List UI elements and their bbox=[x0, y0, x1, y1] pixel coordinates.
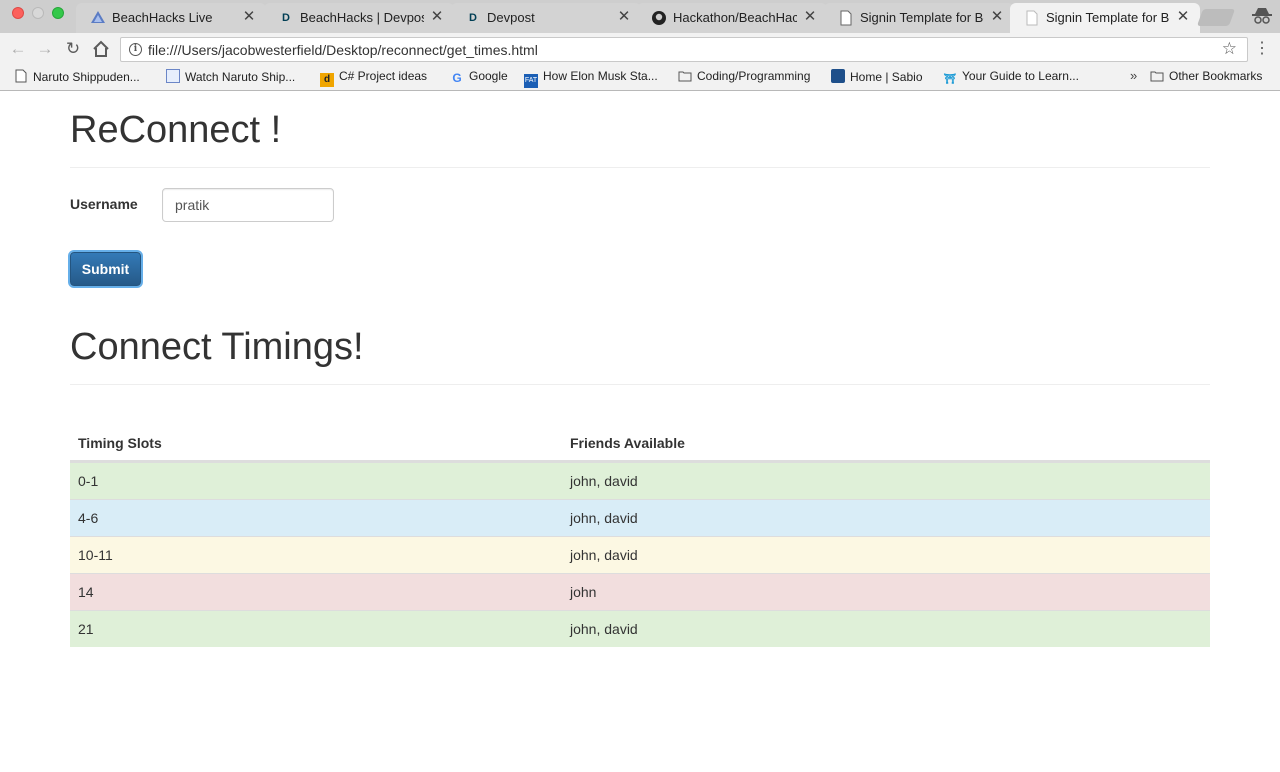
tab-github-beachhacks[interactable]: Hackathon/BeachHacks ✕ bbox=[637, 3, 827, 33]
timing-slot-cell: 14 bbox=[78, 584, 94, 600]
back-arrow-icon[interactable]: ← bbox=[7, 38, 29, 60]
torii-icon: ⛩ bbox=[943, 74, 957, 85]
timing-slot-cell: 4-6 bbox=[78, 510, 99, 526]
tab-close-icon[interactable]: ✕ bbox=[990, 8, 1004, 26]
bookmark-label: Your Guide to Learn... bbox=[962, 69, 1079, 83]
tab-close-icon[interactable]: ✕ bbox=[617, 8, 631, 26]
timing-slot-cell: 21 bbox=[78, 621, 94, 637]
tab-title: Signin Template for Boo bbox=[1046, 10, 1170, 25]
tab-beachhacks-devpost[interactable]: D BeachHacks | Devpost ✕ bbox=[264, 3, 454, 33]
home-icon[interactable] bbox=[90, 38, 112, 60]
bookmark-label: C# Project ideas bbox=[339, 69, 428, 83]
tab-title: BeachHacks | Devpost bbox=[300, 10, 424, 25]
reload-icon[interactable]: ↻ bbox=[62, 38, 84, 60]
table-row: 14 john bbox=[70, 573, 1210, 610]
d-icon: d bbox=[320, 73, 334, 87]
bookmark-label: How Elon Musk Sta... bbox=[543, 69, 658, 83]
bookmark-star-icon[interactable]: ☆ bbox=[1222, 39, 1237, 59]
bookmark-item[interactable]: Home | Sabio bbox=[831, 69, 923, 87]
bookmark-label: Watch Naruto Ship... bbox=[185, 70, 296, 84]
document-icon bbox=[14, 69, 28, 83]
bookmark-item[interactable]: Naruto Shippuden... bbox=[14, 69, 140, 87]
friends-cell: john, david bbox=[570, 510, 638, 526]
browser-chrome: BeachHacks Live ✕ D BeachHacks | Devpost… bbox=[0, 0, 1280, 91]
timing-slot-cell: 0-1 bbox=[78, 473, 99, 489]
tab-close-icon[interactable]: ✕ bbox=[430, 8, 444, 26]
more-bookmarks-chevron-icon[interactable]: » bbox=[1130, 68, 1137, 83]
bookmark-label: Home | Sabio bbox=[850, 70, 923, 84]
devpost-icon: D bbox=[282, 12, 290, 24]
tab-close-icon[interactable]: ✕ bbox=[242, 8, 256, 26]
bookmark-item[interactable]: FAT How Elon Musk Sta... bbox=[524, 69, 658, 88]
bookmark-site-icon bbox=[166, 69, 180, 83]
username-input[interactable] bbox=[162, 188, 334, 222]
bookmark-label: Other Bookmarks bbox=[1169, 69, 1263, 83]
other-bookmarks-folder[interactable]: Other Bookmarks bbox=[1150, 69, 1262, 87]
address-bar[interactable]: i file:///Users/jacobwesterfield/Desktop… bbox=[120, 37, 1248, 62]
username-label: Username bbox=[70, 196, 138, 212]
table-row: 10-11 john, david bbox=[70, 536, 1210, 573]
page-content: ReConnect ! Username Submit Connect Timi… bbox=[0, 91, 1280, 772]
table-row: 0-1 john, david bbox=[70, 462, 1210, 499]
tab-signin-template-active[interactable]: Signin Template for Boo ✕ bbox=[1010, 3, 1200, 33]
bookmark-folder[interactable]: Coding/Programming bbox=[678, 69, 810, 87]
incognito-icon bbox=[1252, 7, 1272, 25]
bookmark-item[interactable]: G Google bbox=[450, 69, 508, 87]
url-text[interactable]: file:///Users/jacobwesterfield/Desktop/r… bbox=[148, 42, 538, 58]
column-header-timing-slots: Timing Slots bbox=[78, 435, 162, 451]
table-header: Timing Slots Friends Available bbox=[70, 424, 1210, 462]
bookmarks-bar: Naruto Shippuden... Watch Naruto Ship...… bbox=[0, 65, 1280, 91]
beachhacks-icon bbox=[90, 10, 106, 26]
close-window-button[interactable] bbox=[12, 7, 24, 19]
timings-title: Connect Timings! bbox=[70, 326, 364, 368]
browser-menu-icon[interactable]: ⋮ bbox=[1254, 38, 1270, 60]
bookmark-label: Naruto Shippuden... bbox=[33, 70, 140, 84]
divider bbox=[70, 167, 1210, 168]
browser-toolbar: ← → ↻ i file:///Users/jacobwesterfield/D… bbox=[0, 33, 1280, 65]
forward-arrow-icon[interactable]: → bbox=[34, 38, 56, 60]
bookmark-item[interactable]: d C# Project ideas bbox=[320, 69, 427, 87]
tab-title: Hackathon/BeachHacks bbox=[673, 10, 797, 25]
bookmark-label: Google bbox=[469, 69, 508, 83]
new-tab-button[interactable] bbox=[1196, 9, 1236, 26]
tab-close-icon[interactable]: ✕ bbox=[1176, 8, 1190, 26]
minimize-window-button[interactable] bbox=[32, 7, 44, 19]
google-icon: G bbox=[452, 71, 462, 85]
sabio-icon bbox=[831, 69, 845, 83]
tab-devpost[interactable]: D Devpost ✕ bbox=[451, 3, 641, 33]
friends-cell: john bbox=[570, 584, 597, 600]
tab-title: Devpost bbox=[487, 10, 535, 25]
divider bbox=[70, 384, 1210, 385]
friends-cell: john, david bbox=[570, 547, 638, 563]
document-icon bbox=[838, 10, 854, 26]
column-header-friends-available: Friends Available bbox=[570, 435, 685, 451]
tab-close-icon[interactable]: ✕ bbox=[803, 8, 817, 26]
page-title: ReConnect ! bbox=[70, 109, 282, 151]
friends-cell: john, david bbox=[570, 621, 638, 637]
folder-icon bbox=[1150, 70, 1164, 84]
tab-title: Signin Template for Boo bbox=[860, 10, 984, 25]
table-row: 21 john, david bbox=[70, 610, 1210, 647]
maximize-window-button[interactable] bbox=[52, 7, 64, 19]
friends-cell: john, david bbox=[570, 473, 638, 489]
folder-icon bbox=[678, 70, 692, 84]
github-icon bbox=[651, 10, 667, 26]
submit-button[interactable]: Submit bbox=[70, 252, 141, 286]
document-icon bbox=[1024, 10, 1040, 26]
site-icon: FAT bbox=[524, 74, 538, 88]
timing-slot-cell: 10-11 bbox=[78, 547, 113, 563]
tab-beachhacks-live[interactable]: BeachHacks Live ✕ bbox=[76, 3, 266, 33]
tab-title: BeachHacks Live bbox=[112, 10, 213, 25]
table-row: 4-6 john, david bbox=[70, 499, 1210, 536]
timings-table: Timing Slots Friends Available 0-1 john,… bbox=[70, 424, 1210, 647]
devpost-icon: D bbox=[469, 12, 477, 24]
table-body: 0-1 john, david 4-6 john, david 10-11 jo… bbox=[70, 462, 1210, 647]
tab-strip: BeachHacks Live ✕ D BeachHacks | Devpost… bbox=[0, 0, 1280, 33]
bookmark-label: Coding/Programming bbox=[697, 69, 811, 83]
info-icon[interactable]: i bbox=[129, 43, 142, 56]
tab-signin-template[interactable]: Signin Template for Boo ✕ bbox=[824, 3, 1014, 33]
bookmark-item[interactable]: Watch Naruto Ship... bbox=[166, 69, 295, 87]
bookmark-item[interactable]: ⛩ Your Guide to Learn... bbox=[943, 69, 1079, 87]
